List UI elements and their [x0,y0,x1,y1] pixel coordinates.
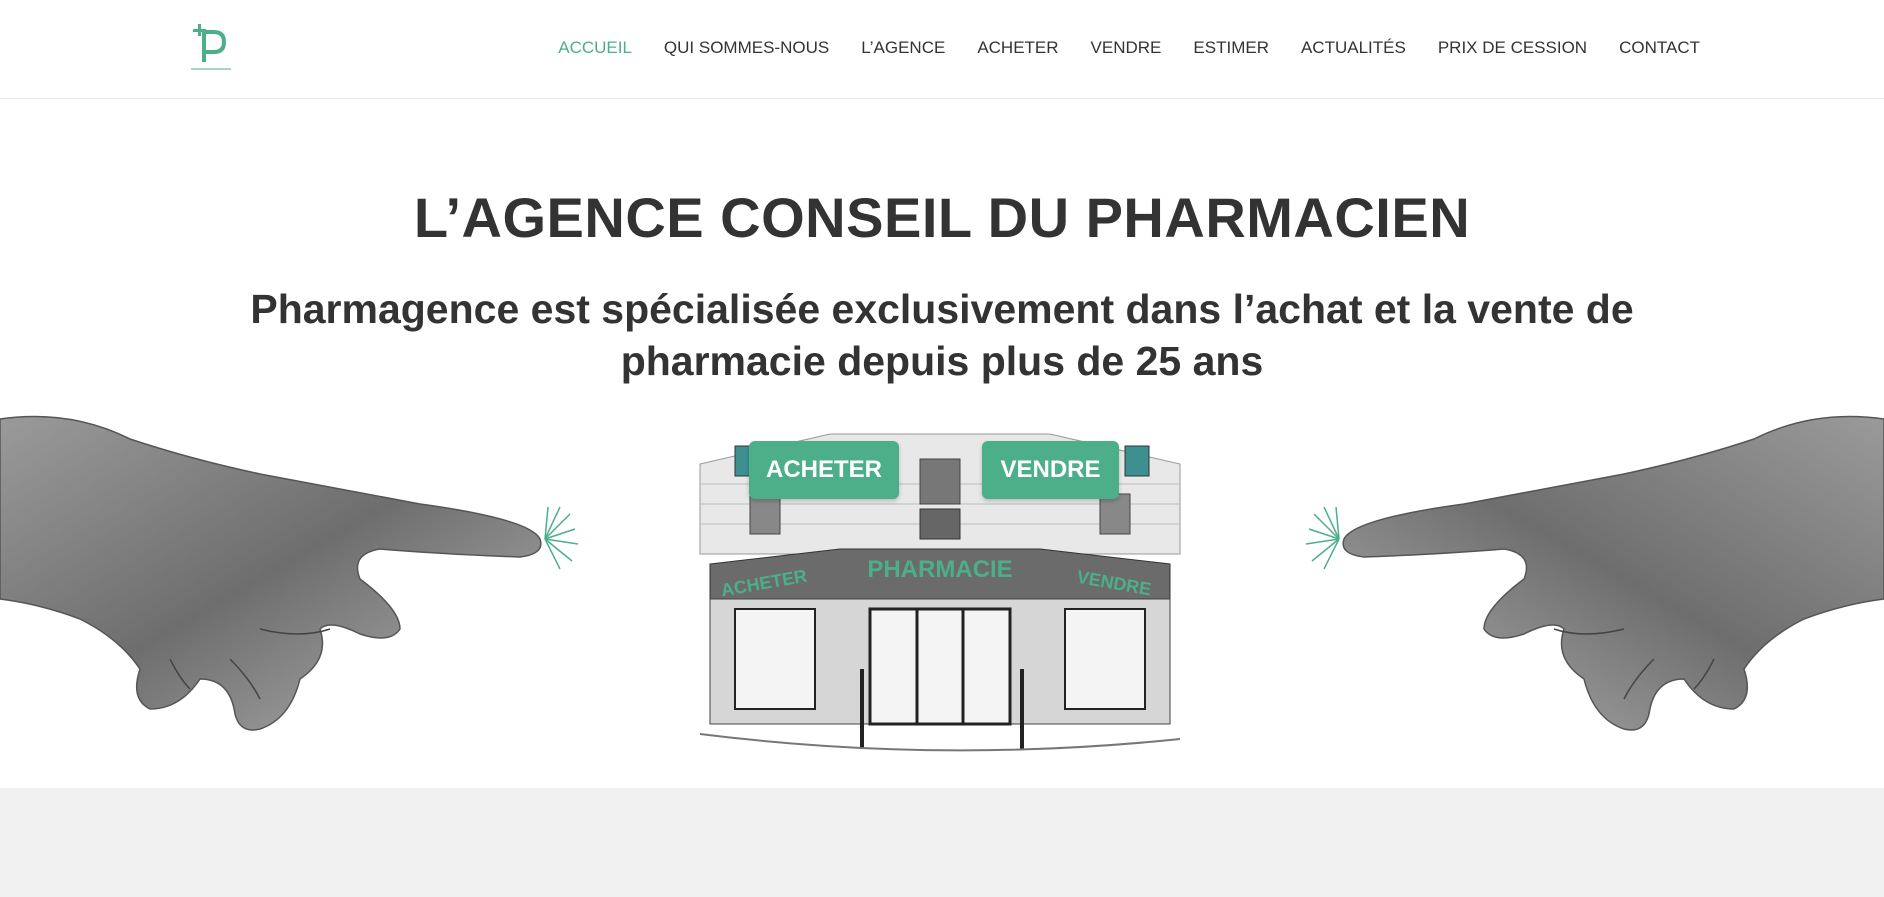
left-hand-illustration [0,415,579,731]
nav-qui-sommes-nous[interactable]: QUI SOMMES-NOUS [664,36,829,60]
sell-button[interactable]: VENDRE [982,441,1119,499]
main-nav: ACCUEIL QUI SOMMES-NOUS L’AGENCE ACHETER… [526,36,1700,60]
next-section-band [0,788,1884,897]
nav-prix-de-cession[interactable]: PRIX DE CESSION [1438,36,1587,60]
site-header: ACCUEIL QUI SOMMES-NOUS L’AGENCE ACHETER… [0,0,1884,99]
hero-section: L’AGENCE CONSEIL DU PHARMACIEN Pharmagen… [0,99,1884,788]
buy-button[interactable]: ACHETER [749,441,899,499]
hero-subtitle: Pharmagence est spécialisée exclusivemen… [250,286,1634,384]
right-hand-illustration [1305,415,1884,731]
pharmagence-logo-icon[interactable] [188,22,236,76]
nav-actualites[interactable]: ACTUALITÉS [1301,36,1406,60]
nav-accueil[interactable]: ACCUEIL [558,36,632,60]
nav-agence[interactable]: L’AGENCE [861,36,945,60]
nav-acheter[interactable]: ACHETER [977,36,1058,60]
storefront-sign-text: PHARMACIE [867,556,1012,583]
nav-vendre[interactable]: VENDRE [1091,36,1162,60]
page-title: L’AGENCE CONSEIL DU PHARMACIEN [413,186,1471,249]
nav-estimer[interactable]: ESTIMER [1193,36,1269,60]
nav-contact[interactable]: CONTACT [1619,36,1700,60]
